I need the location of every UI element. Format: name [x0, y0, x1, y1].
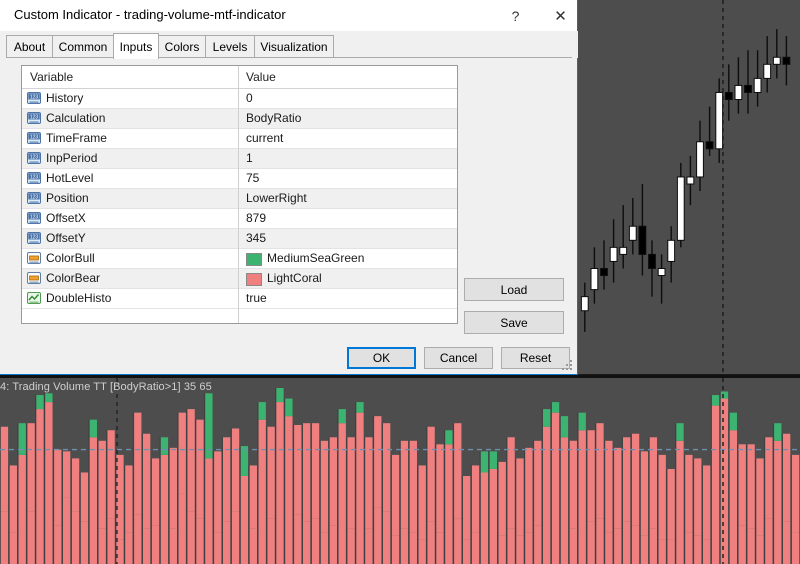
color-type-icon	[27, 251, 41, 265]
svg-text:123: 123	[30, 175, 39, 181]
grid-header-row: Variable Value	[22, 66, 457, 89]
custom-indicator-dialog[interactable]: Custom Indicator - trading-volume-mtf-in…	[0, 0, 578, 375]
variable-value[interactable]: true	[246, 291, 267, 305]
grid-empty-area	[22, 309, 457, 323]
grid-row-hotlevel[interactable]: 123 HotLevel 75	[22, 169, 457, 189]
number-type-icon: 123	[27, 91, 41, 105]
tab-inputs[interactable]: Inputs	[113, 33, 159, 59]
grid-row-inpperiod[interactable]: 123 InpPeriod 1	[22, 149, 457, 169]
grid-row-timeframe[interactable]: 123 TimeFrame current	[22, 129, 457, 149]
color-swatch[interactable]	[246, 253, 262, 266]
tab-label: Common	[58, 40, 108, 54]
number-type-icon: 123	[27, 171, 41, 185]
variable-name: DoubleHisto	[46, 291, 112, 305]
color-swatch[interactable]	[246, 273, 262, 286]
grid-row-calculation[interactable]: 123 Calculation BodyRatio	[22, 109, 457, 129]
dialog-title: Custom Indicator - trading-volume-mtf-in…	[14, 7, 286, 22]
variable-name: TimeFrame	[46, 131, 107, 145]
variable-value[interactable]: 1	[246, 151, 253, 165]
grid-row-position[interactable]: 123 Position LowerRight	[22, 189, 457, 209]
grid-row-colorbear[interactable]: ColorBear LightCoral	[22, 269, 457, 289]
svg-text:123: 123	[30, 155, 39, 161]
tab-label: About	[13, 40, 46, 54]
variable-name: InpPeriod	[46, 151, 98, 165]
variable-name: Calculation	[46, 111, 106, 125]
reset-button[interactable]: Reset	[501, 347, 570, 369]
resize-grip[interactable]	[562, 360, 574, 372]
svg-text:123: 123	[30, 195, 39, 201]
variable-value[interactable]: 345	[246, 231, 266, 245]
variable-name: Position	[46, 191, 89, 205]
grid-row-doublehisto[interactable]: DoubleHisto true	[22, 289, 457, 309]
tab-about[interactable]: About	[6, 35, 53, 58]
svg-text:123: 123	[30, 235, 39, 241]
tab-label: Visualization	[260, 40, 328, 54]
tab-label: Colors	[164, 40, 200, 54]
number-type-icon: 123	[27, 231, 41, 245]
indicator-histogram-pane[interactable]	[0, 378, 800, 564]
number-type-icon: 123	[27, 131, 41, 145]
column-header-variable: Variable	[30, 70, 74, 84]
variable-value[interactable]: 75	[246, 171, 259, 185]
variable-name: HotLevel	[46, 171, 94, 185]
variable-value[interactable]: current	[246, 131, 283, 145]
variable-value[interactable]: MediumSeaGreen	[267, 251, 364, 265]
number-type-icon: 123	[27, 151, 41, 165]
tab-label: Inputs	[119, 39, 153, 54]
grid-row-history[interactable]: 123 History 0	[22, 89, 457, 109]
svg-text:123: 123	[30, 135, 39, 141]
cancel-button[interactable]: Cancel	[424, 347, 493, 369]
indicator-label: H4: Trading Volume TT [BodyRatio>1] 35 6…	[0, 381, 212, 393]
tab-strip[interactable]: About Common Inputs Colors Levels Visualizati…	[0, 31, 578, 59]
number-type-icon: 123	[27, 111, 41, 125]
variable-value[interactable]: 0	[246, 91, 253, 105]
tab-visualization[interactable]: Visualization	[254, 35, 334, 58]
svg-text:123: 123	[30, 215, 39, 221]
color-type-icon	[27, 271, 41, 285]
svg-text:123: 123	[30, 115, 39, 121]
grid-row-offsetx[interactable]: 123 OffsetX 879	[22, 209, 457, 229]
load-button[interactable]: Load	[464, 278, 564, 301]
help-icon[interactable]: ?	[493, 0, 538, 31]
ok-button[interactable]: OK	[347, 347, 416, 369]
number-type-icon: 123	[27, 191, 41, 205]
dialog-titlebar[interactable]: Custom Indicator - trading-volume-mtf-in…	[0, 0, 577, 31]
grid-row-colorbull[interactable]: ColorBull MediumSeaGreen	[22, 249, 457, 269]
column-header-value: Value	[246, 70, 276, 84]
variable-value[interactable]: LightCoral	[267, 271, 322, 285]
tab-common[interactable]: Common	[52, 35, 114, 58]
grid-column-divider[interactable]	[238, 66, 239, 323]
bool-type-icon	[27, 291, 41, 305]
volume-histogram[interactable]	[0, 378, 800, 564]
variable-value[interactable]: LowerRight	[246, 191, 307, 205]
variable-name: OffsetX	[46, 211, 86, 225]
variable-name: ColorBull	[46, 251, 95, 265]
grid-rows[interactable]: 123 History 0 123 Calculation BodyRatio 123 Tim…	[22, 89, 457, 309]
tab-levels[interactable]: Levels	[205, 35, 255, 58]
svg-text:123: 123	[30, 95, 39, 101]
variable-name: OffsetY	[46, 231, 86, 245]
tab-colors[interactable]: Colors	[158, 35, 206, 58]
inputs-grid[interactable]: Variable Value 123 History 0 123 Calculation…	[21, 65, 458, 324]
grid-row-offsety[interactable]: 123 OffsetY 345	[22, 229, 457, 249]
variable-name: ColorBear	[46, 271, 101, 285]
tab-label: Levels	[212, 40, 248, 54]
close-icon[interactable]: ✕	[538, 0, 583, 31]
variable-value[interactable]: 879	[246, 211, 266, 225]
variable-name: History	[46, 91, 84, 105]
variable-value[interactable]: BodyRatio	[246, 111, 301, 125]
number-type-icon: 123	[27, 211, 41, 225]
save-button[interactable]: Save	[464, 311, 564, 334]
